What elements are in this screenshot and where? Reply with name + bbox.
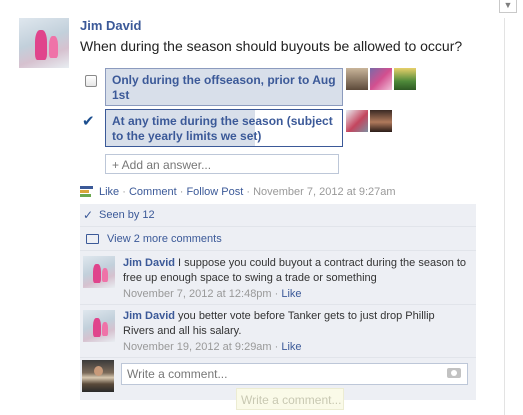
divider (504, 18, 505, 415)
comment-author-avatar[interactable] (83, 310, 115, 342)
separator: · (271, 341, 282, 353)
current-user-avatar[interactable] (82, 360, 114, 392)
comment-like-link[interactable]: Like (281, 341, 301, 353)
comment-item: Jim David you better vote before Tanker … (80, 307, 476, 358)
comment-bubble-icon (86, 234, 99, 244)
checkmark-icon: ✓ (83, 208, 94, 222)
comment-text: I suppose you could buyout a contract du… (123, 257, 467, 284)
comment-author-name[interactable]: Jim David (123, 257, 175, 269)
comment-author-name[interactable]: Jim David (123, 310, 175, 322)
separator: · (119, 186, 129, 198)
poll-question: When during the season should buyouts be… (80, 38, 463, 54)
voter-avatar[interactable] (394, 68, 416, 90)
write-comment-placeholder: Write a comment... (127, 367, 228, 381)
poll-option-1-checkbox[interactable] (85, 75, 97, 87)
separator: · (243, 186, 254, 198)
poll-icon (80, 186, 93, 198)
view-more-comments-link[interactable]: View 2 more comments (107, 233, 222, 245)
voter-avatar[interactable] (370, 110, 392, 132)
poll-option-2-bar[interactable]: At any time during the season (subject t… (105, 109, 343, 147)
separator: · (176, 186, 187, 198)
comment-timestamp[interactable]: November 7, 2012 at 12:48pm (123, 288, 272, 300)
voter-avatar[interactable] (346, 110, 368, 132)
seen-by-text[interactable]: Seen by 12 (99, 209, 155, 221)
post-timestamp[interactable]: November 7, 2012 at 9:27am (253, 186, 395, 198)
camera-icon[interactable] (447, 368, 461, 378)
poll-option-1-label: Only during the offseason, prior to Aug … (112, 73, 336, 102)
follow-post-link[interactable]: Follow Post (186, 186, 243, 198)
comment-link[interactable]: Comment (129, 186, 177, 198)
comment-meta: November 7, 2012 at 12:48pm · Like (123, 288, 302, 300)
voter-avatar[interactable] (346, 68, 368, 90)
separator: · (271, 288, 282, 300)
like-link[interactable]: Like (99, 186, 119, 198)
post-author-name[interactable]: Jim David (80, 18, 141, 33)
voter-avatar[interactable] (370, 68, 392, 90)
add-answer-input[interactable]: + Add an answer... (105, 154, 339, 174)
poll-option-2-label: At any time during the season (subject t… (112, 114, 333, 143)
comment-body: Jim David I suppose you could buyout a c… (123, 256, 468, 286)
ghost-comment-placeholder: Write a comment... (236, 388, 344, 410)
write-comment-input[interactable]: Write a comment... (121, 363, 468, 385)
view-more-comments-row[interactable]: View 2 more comments (80, 228, 476, 251)
post-actions: Like · Comment · Follow Post · November … (99, 186, 396, 198)
poll-option-1-bar[interactable]: Only during the offseason, prior to Aug … (105, 68, 343, 106)
seen-by-row[interactable]: ✓ Seen by 12 (80, 204, 476, 227)
comment-item: Jim David I suppose you could buyout a c… (80, 252, 476, 305)
comment-timestamp[interactable]: November 19, 2012 at 9:29am (123, 341, 272, 353)
comment-like-link[interactable]: Like (281, 288, 301, 300)
comment-meta: November 19, 2012 at 9:29am · Like (123, 341, 302, 353)
post-menu-chevron-icon[interactable]: ▼ (499, 0, 517, 13)
author-avatar[interactable] (19, 18, 69, 68)
comment-author-avatar[interactable] (83, 256, 115, 288)
poll-option-2-checkmark-icon[interactable]: ✔ (82, 112, 95, 130)
comment-body: Jim David you better vote before Tanker … (123, 309, 468, 339)
